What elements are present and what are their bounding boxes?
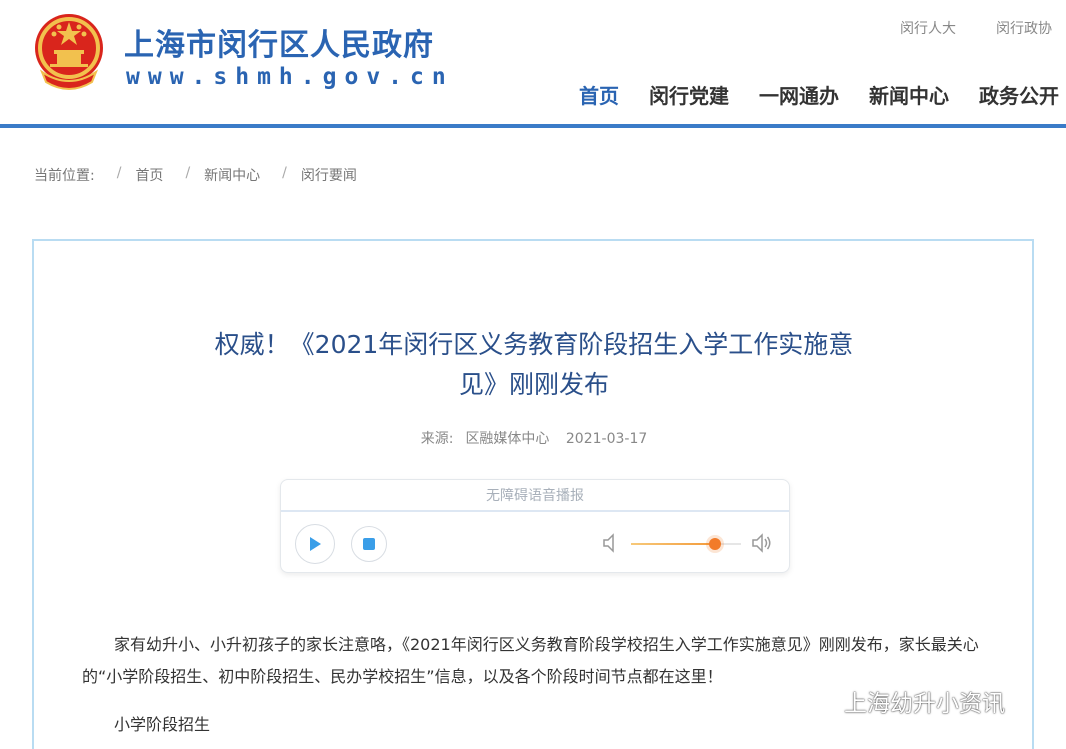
site-header: 上海市闵行区人民政府 www.shmh.gov.cn 闵行人大 闵行政协 首页 … — [0, 0, 1066, 124]
volume-slider[interactable] — [631, 538, 741, 550]
volume-high-icon[interactable] — [751, 532, 773, 554]
volume-slider-knob[interactable] — [708, 538, 721, 550]
breadcrumb-separator: / — [282, 165, 287, 181]
article-title: 权威！《2021年闵行区义务教育阶段招生入学工作实施意 见》刚刚发布 — [194, 325, 874, 405]
nav-item-affairs[interactable]: 政务公开 — [979, 80, 1059, 114]
stop-button[interactable] — [351, 526, 387, 562]
source-label: 来源: — [420, 431, 454, 447]
nav-item-news[interactable]: 新闻中心 — [869, 80, 949, 114]
nav-item-services[interactable]: 一网通办 — [759, 80, 839, 114]
player-label: 无障碍语音播报 — [281, 480, 789, 512]
header-divider — [0, 124, 1066, 128]
article-date: 2021-03-17 — [565, 431, 648, 447]
breadcrumb-home[interactable]: 首页 — [135, 165, 163, 185]
breadcrumb-separator: / — [116, 165, 122, 181]
stop-icon — [363, 538, 375, 550]
main-nav: 首页 闵行党建 一网通办 新闻中心 政务公开 — [579, 80, 1066, 114]
section-heading: 小学阶段招生 — [114, 715, 211, 734]
breadcrumb-news[interactable]: 新闻中心 — [204, 165, 260, 185]
top-links: 闵行人大 闵行政协 — [900, 18, 1052, 38]
watermark: 上海幼升小资讯 — [800, 684, 1005, 718]
breadcrumb: 当前位置: / 首页 / 新闻中心 / 闵行要闻 — [34, 165, 357, 185]
volume-low-icon[interactable] — [601, 532, 623, 554]
article-title-line1: 权威！《2021年闵行区义务教育阶段招生入学工作实施意 — [214, 330, 854, 359]
nav-item-party[interactable]: 闵行党建 — [649, 80, 729, 114]
toplink-npc[interactable]: 闵行人大 — [900, 18, 956, 38]
breadcrumb-separator: / — [185, 165, 191, 181]
article-title-line2: 见》刚刚发布 — [458, 370, 609, 399]
breadcrumb-local-news[interactable]: 闵行要闻 — [301, 165, 357, 185]
national-emblem-icon[interactable] — [32, 12, 106, 96]
toplink-cppcc[interactable]: 闵行政协 — [996, 18, 1052, 38]
site-url[interactable]: www.shmh.gov.cn — [126, 64, 454, 90]
breadcrumb-label: 当前位置: — [34, 168, 95, 184]
audio-player: 无障碍语音播报 — [280, 479, 790, 573]
site-name[interactable]: 上海市闵行区人民政府 — [124, 20, 434, 64]
wechat-icon — [801, 688, 835, 713]
watermark-text: 上海幼升小资讯 — [844, 691, 1005, 717]
article-meta: 来源: 区融媒体中心 2021-03-17 — [34, 428, 1034, 448]
play-button[interactable] — [295, 524, 335, 564]
nav-item-home[interactable]: 首页 — [579, 80, 619, 114]
article-container: 权威！《2021年闵行区义务教育阶段招生入学工作实施意 见》刚刚发布 来源: 区融… — [32, 239, 1034, 749]
play-icon — [310, 537, 321, 551]
article-source: 区融媒体中心 — [465, 431, 550, 447]
volume-slider-fill — [631, 543, 715, 545]
